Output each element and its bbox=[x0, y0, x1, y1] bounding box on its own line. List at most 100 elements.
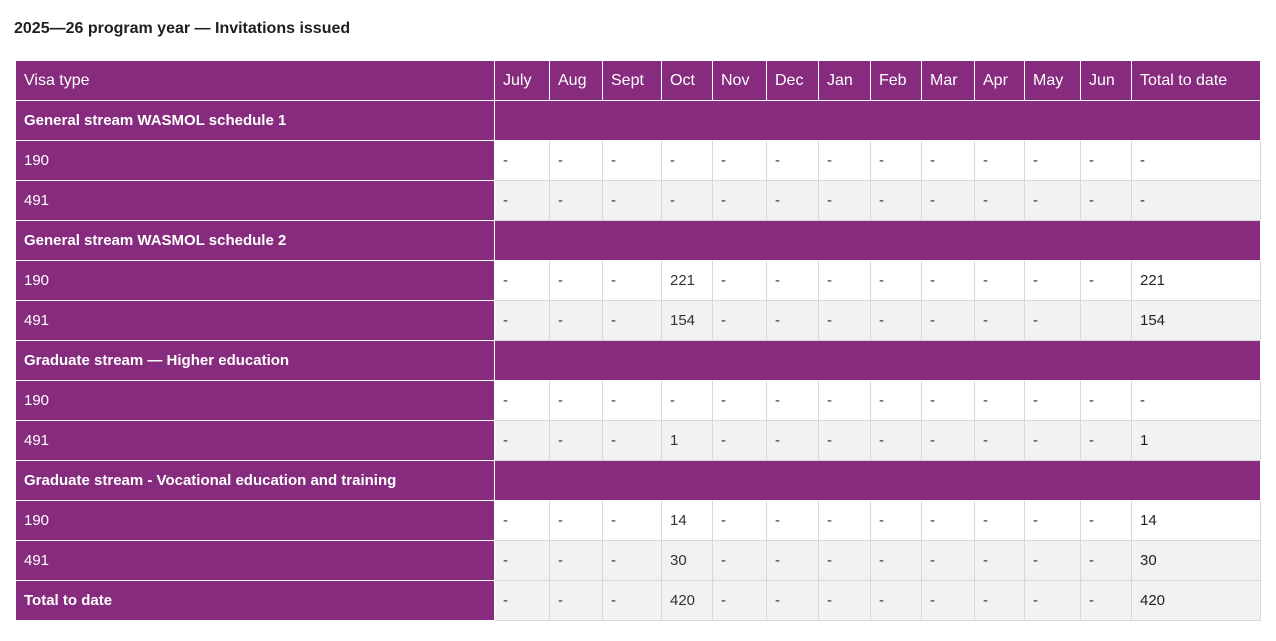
month-cell: - bbox=[1024, 260, 1081, 301]
month-cell: - bbox=[974, 260, 1025, 301]
month-cell: - bbox=[766, 500, 819, 541]
group-header-filler bbox=[494, 340, 1261, 381]
header-nov: Nov bbox=[712, 60, 767, 101]
month-cell: - bbox=[766, 260, 819, 301]
month-cell: 14 bbox=[661, 500, 713, 541]
month-cell: - bbox=[1024, 300, 1081, 341]
group-header-filler bbox=[494, 460, 1261, 501]
month-cell: - bbox=[818, 260, 871, 301]
month-cell: - bbox=[549, 420, 603, 461]
month-cell: - bbox=[921, 540, 975, 581]
total-cell: 1 bbox=[1131, 420, 1261, 461]
month-cell: - bbox=[602, 140, 662, 181]
month-cell: - bbox=[712, 500, 767, 541]
month-cell: - bbox=[870, 500, 922, 541]
header-jun: Jun bbox=[1080, 60, 1132, 101]
total-row-label: Total to date bbox=[15, 580, 495, 621]
month-cell: - bbox=[870, 540, 922, 581]
table-row: 190- - -221- - - - - - - -221 bbox=[15, 260, 1261, 301]
total-month-cell: - bbox=[818, 580, 871, 621]
total-cell: 221 bbox=[1131, 260, 1261, 301]
month-cell: - bbox=[1080, 380, 1132, 421]
month-cell: - bbox=[766, 140, 819, 181]
total-month-cell: - bbox=[921, 580, 975, 621]
month-cell: - bbox=[1024, 180, 1081, 221]
month-cell: - bbox=[494, 140, 550, 181]
month-cell: - bbox=[494, 540, 550, 581]
month-cell: - bbox=[974, 300, 1025, 341]
table-row: 190- - - - - - - - - - - - - bbox=[15, 140, 1261, 181]
table-row: 491- - -30- - - - - - - -30 bbox=[15, 540, 1261, 581]
month-cell: - bbox=[494, 180, 550, 221]
total-cell: - bbox=[1131, 380, 1261, 421]
group-header-filler bbox=[494, 100, 1261, 141]
invitations-table: Visa type July Aug Sept Oct Nov Dec Jan … bbox=[15, 60, 1261, 621]
header-oct: Oct bbox=[661, 60, 713, 101]
month-cell: - bbox=[602, 300, 662, 341]
month-cell: - bbox=[549, 380, 603, 421]
month-cell: - bbox=[712, 420, 767, 461]
total-row: Total to date - - -420- - - - - - - -420 bbox=[15, 580, 1261, 621]
month-cell: - bbox=[494, 420, 550, 461]
month-cell: - bbox=[921, 180, 975, 221]
visa-subclass-cell: 491 bbox=[15, 180, 495, 221]
month-cell: - bbox=[921, 380, 975, 421]
month-cell: - bbox=[1080, 420, 1132, 461]
header-row: Visa type July Aug Sept Oct Nov Dec Jan … bbox=[15, 60, 1261, 101]
header-aug: Aug bbox=[549, 60, 603, 101]
month-cell: - bbox=[712, 300, 767, 341]
month-cell: - bbox=[661, 380, 713, 421]
month-cell: - bbox=[818, 300, 871, 341]
month-cell: - bbox=[549, 500, 603, 541]
total-month-cell: - bbox=[712, 580, 767, 621]
group-title: Graduate stream - Vocational education a… bbox=[15, 460, 495, 501]
header-sept: Sept bbox=[602, 60, 662, 101]
month-cell: - bbox=[1080, 260, 1132, 301]
table-row: 190- - - - - - - - - - - - - bbox=[15, 380, 1261, 421]
total-month-cell: - bbox=[602, 580, 662, 621]
month-cell: - bbox=[766, 540, 819, 581]
header-may: May bbox=[1024, 60, 1081, 101]
month-cell: - bbox=[974, 380, 1025, 421]
month-cell: - bbox=[712, 540, 767, 581]
month-cell: - bbox=[494, 300, 550, 341]
visa-subclass-cell: 491 bbox=[15, 540, 495, 581]
month-cell: - bbox=[818, 500, 871, 541]
month-cell: - bbox=[870, 140, 922, 181]
month-cell bbox=[1080, 300, 1132, 341]
month-cell: - bbox=[818, 540, 871, 581]
header-visa-type: Visa type bbox=[15, 60, 495, 101]
month-cell: - bbox=[661, 140, 713, 181]
month-cell: - bbox=[766, 420, 819, 461]
month-cell: - bbox=[1080, 540, 1132, 581]
month-cell: - bbox=[974, 420, 1025, 461]
total-cell: - bbox=[1131, 180, 1261, 221]
month-cell: - bbox=[494, 500, 550, 541]
month-cell: - bbox=[870, 420, 922, 461]
table-body: General stream WASMOL schedule 1 190- - - - -… bbox=[15, 100, 1261, 621]
grand-total-cell: 420 bbox=[1131, 580, 1261, 621]
month-cell: - bbox=[1024, 380, 1081, 421]
header-dec: Dec bbox=[766, 60, 819, 101]
month-cell: - bbox=[549, 260, 603, 301]
visa-subclass-cell: 190 bbox=[15, 140, 495, 181]
month-cell: - bbox=[712, 260, 767, 301]
total-month-cell: - bbox=[549, 580, 603, 621]
header-feb: Feb bbox=[870, 60, 922, 101]
month-cell: - bbox=[818, 140, 871, 181]
month-cell: - bbox=[1080, 180, 1132, 221]
month-cell: - bbox=[712, 380, 767, 421]
group-title: General stream WASMOL schedule 1 bbox=[15, 100, 495, 141]
month-cell: - bbox=[1080, 140, 1132, 181]
month-cell: - bbox=[870, 300, 922, 341]
month-cell: - bbox=[974, 180, 1025, 221]
month-cell: - bbox=[602, 500, 662, 541]
month-cell: - bbox=[921, 260, 975, 301]
month-cell: - bbox=[549, 180, 603, 221]
month-cell: 221 bbox=[661, 260, 713, 301]
visa-subclass-cell: 190 bbox=[15, 500, 495, 541]
month-cell: - bbox=[549, 140, 603, 181]
month-cell: - bbox=[602, 260, 662, 301]
group-title: General stream WASMOL schedule 2 bbox=[15, 220, 495, 261]
total-cell: - bbox=[1131, 140, 1261, 181]
